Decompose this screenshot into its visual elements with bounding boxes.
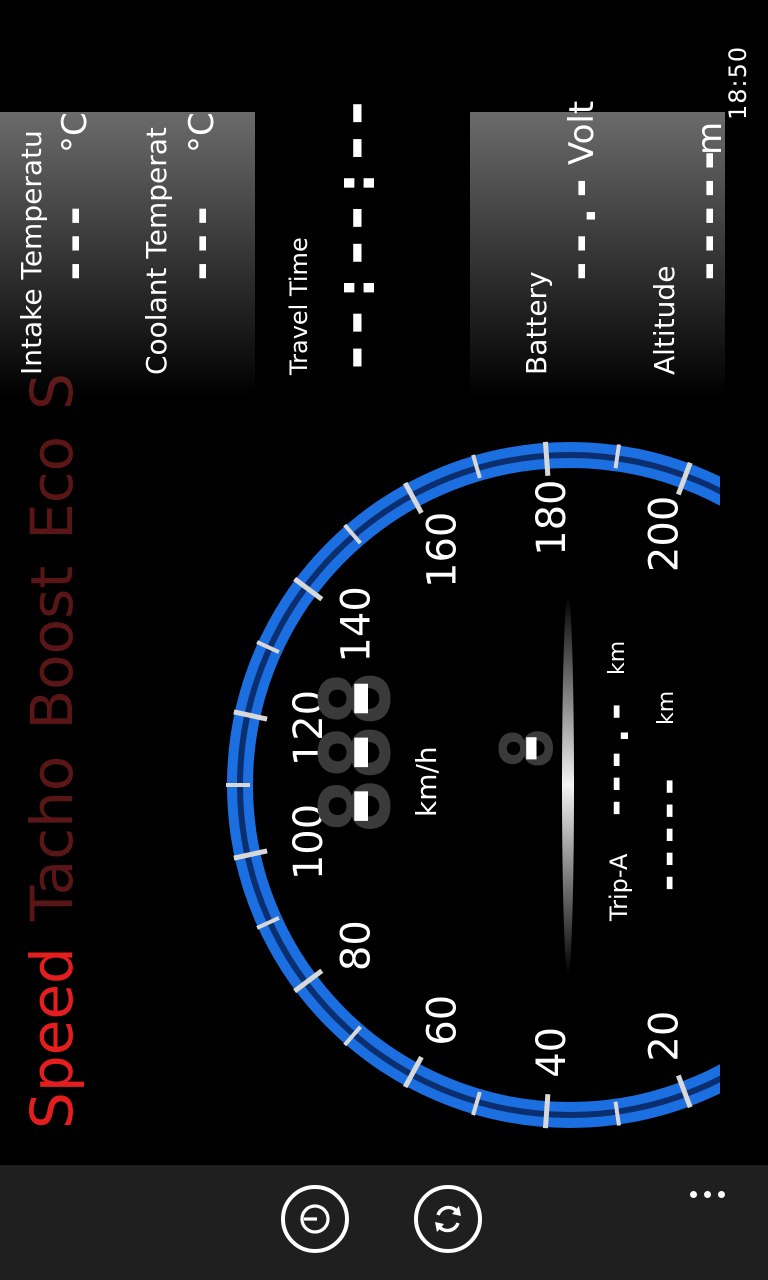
odo-value: ----- [645, 774, 691, 895]
odo-unit: km [654, 690, 679, 725]
coolant-value: --- [173, 201, 227, 285]
tab-boost[interactable]: Boost [18, 566, 86, 730]
altitude-unit: m [690, 121, 730, 155]
battery-unit: Volt [562, 100, 602, 165]
more-icon[interactable] [690, 1183, 734, 1198]
gauge-tick-label: 60 [420, 995, 466, 1046]
gear-value: - [485, 726, 569, 770]
speed-unit: km/h [410, 746, 443, 817]
gauge-tick [542, 441, 551, 476]
speed-value: --- [300, 673, 412, 835]
travel-time-label: Travel Time [285, 237, 313, 375]
gauge-tick [542, 1094, 551, 1129]
gauge-tick-label: 140 [333, 586, 379, 662]
app-bar [0, 1165, 768, 1280]
intake-value: --- [46, 201, 100, 285]
gauge-tick-label: 160 [420, 512, 466, 588]
battery-label: Battery [520, 271, 553, 375]
coolant-unit: °C [182, 112, 222, 153]
trip-label: Trip-A [605, 853, 633, 921]
coolant-label: Coolant Temperat [140, 127, 173, 375]
battery-value: --.- [552, 174, 606, 285]
sync-button[interactable] [414, 1185, 482, 1253]
altitude-label: Altitude [648, 265, 681, 375]
tab-tacho[interactable]: Tacho [18, 756, 86, 922]
tab-speed[interactable]: Speed [18, 947, 86, 1129]
sync-icon [435, 1205, 461, 1233]
travel-time-value: --:--:-- [320, 95, 388, 375]
gauge-shine [562, 595, 574, 975]
gauge-tick-label: 200 [642, 496, 688, 572]
tab-eco[interactable]: Eco [18, 436, 86, 540]
gauge-tick-label: 80 [333, 920, 379, 971]
gauge-tick-label: 40 [529, 1027, 575, 1078]
clock: 18:50 [724, 45, 752, 120]
pivot-header: SpeedTachoBoostEcoS [18, 347, 98, 1129]
intake-unit: °C [55, 112, 95, 153]
dashboard: SpeedTachoBoostEcoS 02040608010012014016… [0, 0, 734, 1165]
reset-icon [300, 1204, 330, 1234]
gauge-tick-label: 20 [642, 1011, 688, 1062]
trip-value: ---.- [592, 699, 638, 820]
trip-unit: km [605, 640, 630, 675]
reset-button[interactable] [281, 1185, 349, 1253]
gauge-tick-label: 180 [529, 480, 575, 556]
altitude-value: ----- [680, 146, 734, 285]
intake-label: Intake Temperatu [15, 130, 48, 375]
